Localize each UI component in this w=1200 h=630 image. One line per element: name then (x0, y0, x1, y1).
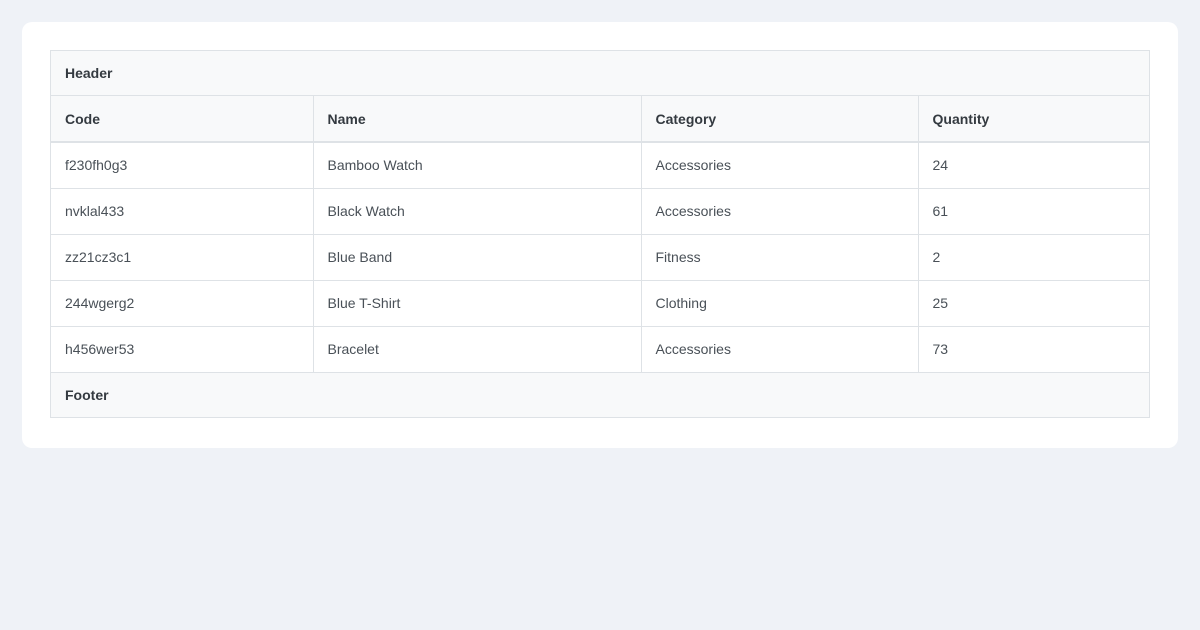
cell-category: Accessories (641, 188, 918, 234)
cell-code: 244wgerg2 (51, 280, 313, 326)
cell-name: Blue T-Shirt (313, 280, 641, 326)
cell-name: Black Watch (313, 188, 641, 234)
cell-name: Blue Band (313, 234, 641, 280)
cell-code: f230fh0g3 (51, 142, 313, 188)
table-row[interactable]: f230fh0g3 Bamboo Watch Accessories 24 (51, 142, 1149, 188)
column-header-category[interactable]: Category (641, 96, 918, 142)
cell-name: Bamboo Watch (313, 142, 641, 188)
table-footer: Footer (51, 372, 1149, 417)
cell-code: nvklal433 (51, 188, 313, 234)
cell-category: Clothing (641, 280, 918, 326)
table-row[interactable]: h456wer53 Bracelet Accessories 73 (51, 326, 1149, 372)
cell-quantity: 73 (918, 326, 1149, 372)
cell-quantity: 2 (918, 234, 1149, 280)
products-table: Code Name Category Quantity f230fh0g3 Ba… (51, 96, 1149, 372)
cell-quantity: 24 (918, 142, 1149, 188)
table-header: Header (51, 51, 1149, 96)
table-row[interactable]: nvklal433 Black Watch Accessories 61 (51, 188, 1149, 234)
cell-category: Accessories (641, 142, 918, 188)
column-header-code[interactable]: Code (51, 96, 313, 142)
cell-name: Bracelet (313, 326, 641, 372)
cell-quantity: 25 (918, 280, 1149, 326)
table-row[interactable]: 244wgerg2 Blue T-Shirt Clothing 25 (51, 280, 1149, 326)
cell-code: h456wer53 (51, 326, 313, 372)
cell-quantity: 61 (918, 188, 1149, 234)
cell-category: Accessories (641, 326, 918, 372)
column-header-row: Code Name Category Quantity (51, 96, 1149, 142)
column-header-quantity[interactable]: Quantity (918, 96, 1149, 142)
data-table: Header Code Name Category Quantity f230f… (50, 50, 1150, 418)
column-header-name[interactable]: Name (313, 96, 641, 142)
cell-code: zz21cz3c1 (51, 234, 313, 280)
table-row[interactable]: zz21cz3c1 Blue Band Fitness 2 (51, 234, 1149, 280)
content-card: Header Code Name Category Quantity f230f… (22, 22, 1178, 448)
cell-category: Fitness (641, 234, 918, 280)
